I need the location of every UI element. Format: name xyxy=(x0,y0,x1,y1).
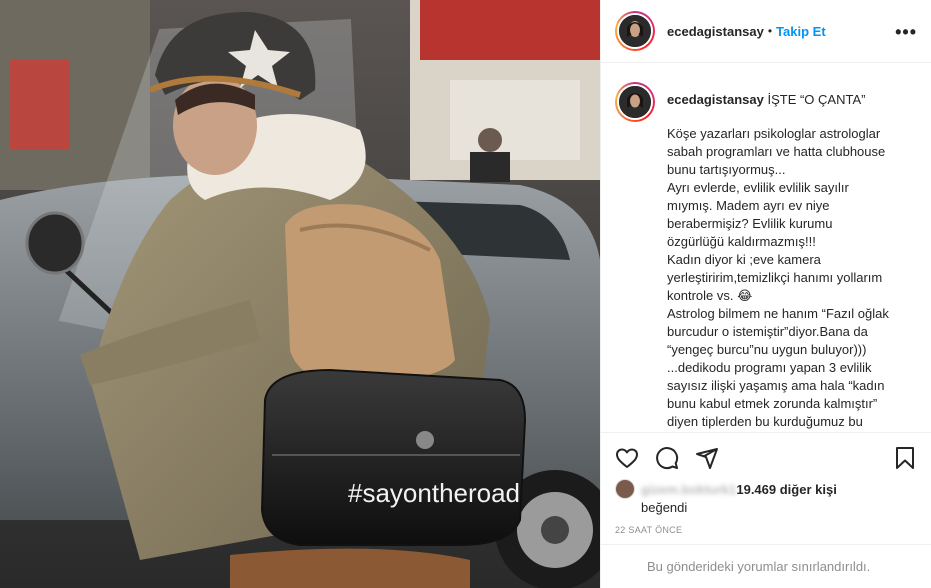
likes-summary[interactable]: gizem.bokturk1 19.469 diğer kişi xyxy=(615,479,917,499)
caption-line: bunu kabul etmek zorunda kalmıştır” xyxy=(667,396,878,411)
avatar-image xyxy=(617,13,653,49)
share-icon[interactable] xyxy=(695,446,719,470)
caption-line: Köşe yazarları psikologlar astrologlar xyxy=(667,126,881,141)
caption-line: özgürlüğü kaldırmazmış!!! xyxy=(667,234,816,249)
caption-line: sabah programları ve hatta clubhouse xyxy=(667,144,886,159)
caption-body: ecedagistansay İŞTE “O ÇANTA” Köşe yazar… xyxy=(667,78,912,431)
caption-avatar[interactable] xyxy=(615,82,655,122)
caption-line: mıymış. Madem ayrı ev niye xyxy=(667,198,830,213)
comments-limited-notice: Bu gönderideki yorumlar sınırlandırıldı. xyxy=(601,544,931,588)
heart-icon[interactable] xyxy=(615,446,639,470)
avatar[interactable] xyxy=(615,11,655,51)
caption-line: burcudur o istemiştir”diyor.Bana da xyxy=(667,324,868,339)
photo-overlay-text: #sayontheroad xyxy=(348,478,520,508)
caption-heading: İŞTE “O ÇANTA” xyxy=(767,92,866,107)
action-icons xyxy=(615,433,917,483)
post-timestamp[interactable]: 22 SAAT ÖNCE xyxy=(615,525,917,535)
liker-avatar[interactable] xyxy=(615,479,635,499)
comment-icon[interactable] xyxy=(655,446,679,470)
caption-line: bunu tartışıyormuş... xyxy=(667,162,786,177)
caption-line: ...dedikodu programı yapan 3 evlilik xyxy=(667,360,872,375)
post-header: ecedagistansay • Takip Et ••• xyxy=(601,0,931,63)
follow-button[interactable]: Takip Et xyxy=(776,24,826,39)
likes-count[interactable]: 19.469 diğer kişi xyxy=(736,482,836,497)
liked-label: beğendi xyxy=(641,500,688,515)
caption-username[interactable]: ecedagistansay xyxy=(667,92,764,107)
header-separator: • xyxy=(767,24,773,38)
header-username[interactable]: ecedagistansay xyxy=(667,24,764,39)
caption-line: kontrole vs. 😂 xyxy=(667,288,753,303)
caption-text: Köşe yazarları psikologlar astrologlar s… xyxy=(667,125,912,431)
post-details-pane: ecedagistansay • Takip Et ••• ecedagista… xyxy=(600,0,931,588)
caption-line: “yengeç burcu”nu uygun buluyor))) xyxy=(667,342,867,357)
post-viewer: #sayontheroad ecedagistansay • Takip Et … xyxy=(0,0,931,588)
caption-line: berabermişiz? Evlilik kurumu xyxy=(667,216,833,231)
caption-row: ecedagistansay İŞTE “O ÇANTA” Köşe yazar… xyxy=(615,78,917,431)
caption-line: Ayrı evlerde, evlilik evlilik sayılır xyxy=(667,180,849,195)
more-options-icon[interactable]: ••• xyxy=(895,22,917,43)
caption-line: sayısız ilişki yaşamış ama hala “kadın xyxy=(667,378,885,393)
caption-section: ecedagistansay İŞTE “O ÇANTA” Köşe yazar… xyxy=(601,78,931,431)
bookmark-icon[interactable] xyxy=(893,446,917,470)
post-photo[interactable]: #sayontheroad xyxy=(0,0,600,588)
caption-title: ecedagistansay İŞTE “O ÇANTA” xyxy=(667,91,912,109)
caption-line: Kadın diyor ki ;eve kamera xyxy=(667,252,821,267)
caption-line: yerleştiririm,temizlikçi hanımı yollarım xyxy=(667,270,883,285)
caption-line: diyen tiplerden bu kurduğumuz bu xyxy=(667,414,863,429)
post-photo-illustration: #sayontheroad xyxy=(0,0,600,588)
post-actions: gizem.bokturk1 19.469 diğer kişi beğendi… xyxy=(601,432,931,535)
liker-name[interactable]: gizem.bokturk1 xyxy=(641,482,736,497)
caption-avatar-image xyxy=(617,84,653,120)
caption-line: Astrolog bilmem ne hanım “Fazıl oğlak xyxy=(667,306,889,321)
